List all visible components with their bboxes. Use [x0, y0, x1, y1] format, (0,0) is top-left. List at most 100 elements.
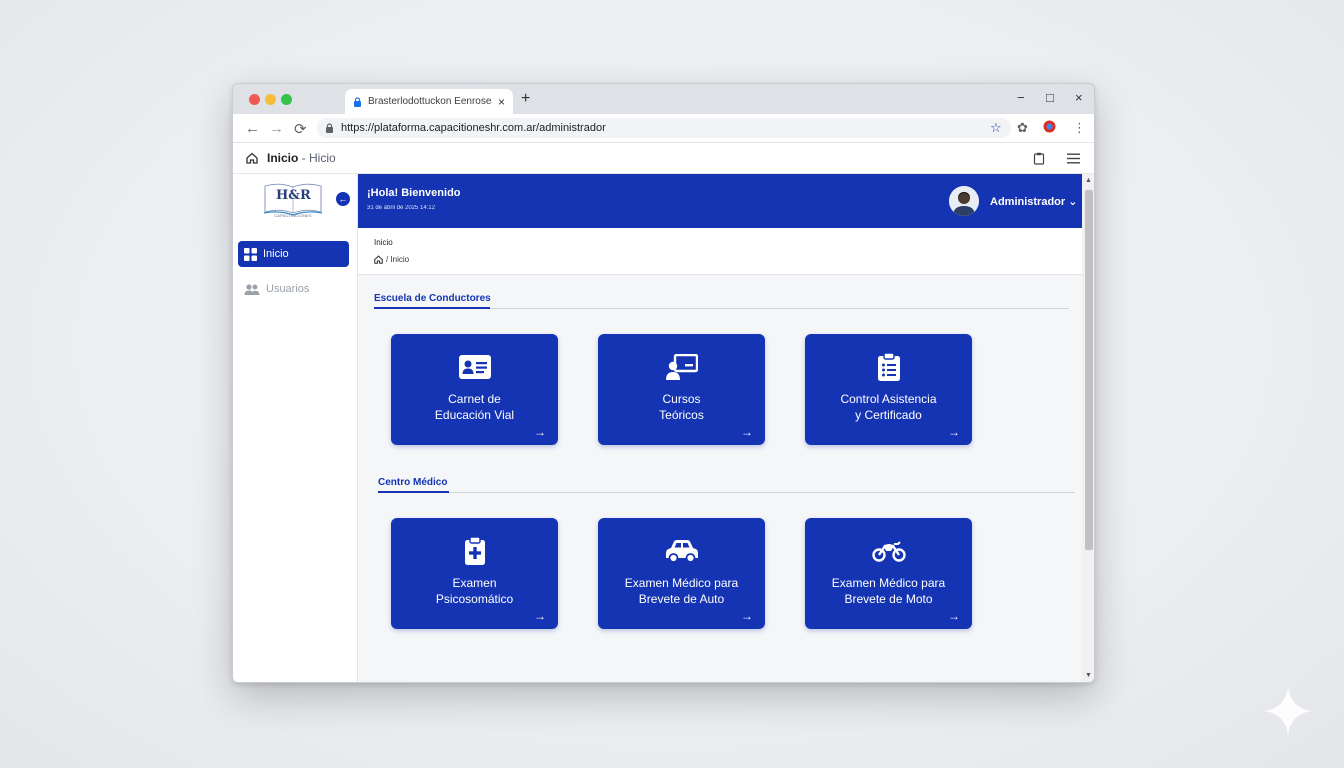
card-carnet-educacion-vial[interactable]: Carnet de Educación Vial →: [391, 334, 558, 445]
card-label-line2: Brevete de Auto: [638, 592, 725, 606]
card-label: Control Asistencia y Certificado: [813, 391, 964, 423]
back-arrow-icon[interactable]: ←: [245, 120, 260, 137]
breadcrumb-path: / Inicio: [386, 255, 410, 264]
reload-icon[interactable]: ⟳: [294, 120, 307, 138]
extensions-icon[interactable]: ✿: [1017, 120, 1028, 136]
card-examen-auto[interactable]: Examen Médico para Brevete de Auto →: [598, 518, 765, 629]
card-label-line2: Psicosomático: [435, 592, 514, 606]
logo-caption: CAPACITACIONES: [274, 213, 312, 218]
card-examen-psicosomatico[interactable]: Examen Psicosomático →: [391, 518, 558, 629]
card-control-asistencia[interactable]: Control Asistencia y Certificado →: [805, 334, 972, 445]
logo-text: H&R: [276, 188, 311, 203]
sidebar-item-label: Usuarios: [266, 283, 310, 295]
url-text: https://plataforma.capacitioneshr.com.ar…: [341, 122, 606, 134]
home-icon[interactable]: [374, 255, 383, 264]
scroll-up-icon[interactable]: ▲: [1085, 177, 1092, 184]
section-divider: [378, 492, 1075, 493]
arrow-left-icon: ←: [338, 194, 348, 204]
welcome-greeting: ¡Hola! Bienvenido: [367, 187, 461, 199]
section-underline: [378, 491, 449, 493]
scroll-thumb[interactable]: [1085, 190, 1093, 550]
presentation-icon: [665, 352, 699, 382]
scroll-down-icon[interactable]: ▼: [1085, 672, 1092, 679]
card-label-line1: Cursos: [662, 392, 701, 406]
tab-title: Brasterlodottuckon Eenroses: [368, 96, 492, 107]
close-window-dot[interactable]: [249, 94, 260, 105]
hamburger-menu-icon[interactable]: [1067, 153, 1080, 164]
tab-strip: Brasterlodottuckon Eenroses × + − □ ×: [233, 84, 1094, 114]
section-title-escuela: Escuela de Conductores: [374, 293, 491, 304]
motorcycle-icon: [871, 536, 906, 566]
user-menu-dropdown[interactable]: Administrador ⌄: [990, 195, 1077, 208]
avatar[interactable]: [949, 186, 979, 216]
profile-icon[interactable]: [1043, 120, 1056, 136]
section-underline: [374, 307, 490, 309]
card-label: Examen Médico para Brevete de Moto: [813, 575, 964, 607]
card-label-line2: Teóricos: [659, 408, 704, 422]
card-label-line2: y Certificado: [855, 408, 922, 422]
lock-icon: [326, 123, 333, 133]
grid-icon: [244, 247, 257, 261]
arrow-right-icon: →: [948, 425, 960, 439]
card-label: Carnet de Educación Vial: [399, 391, 550, 423]
maximize-window-dot[interactable]: [281, 94, 292, 105]
id-card-icon: [458, 352, 492, 382]
card-label-line1: Examen Médico para: [831, 576, 946, 590]
users-icon: [244, 283, 260, 295]
app-header-title: Inicio - Hicio: [267, 151, 336, 165]
minimize-button[interactable]: −: [1017, 90, 1025, 105]
card-label-line1: Carnet de: [448, 392, 501, 406]
browser-window: Brasterlodottuckon Eenroses × + − □ × ← …: [232, 83, 1095, 683]
welcome-banner: ¡Hola! Bienvenido 31 de abril de 2025 14…: [358, 174, 1082, 228]
arrow-right-icon: →: [534, 609, 546, 623]
sparkle-icon: [1264, 686, 1312, 736]
card-examen-moto[interactable]: Examen Médico para Brevete de Moto →: [805, 518, 972, 629]
breadcrumb-panel: Inicio / Inicio: [358, 228, 1082, 275]
app-header: Inicio - Hicio: [233, 143, 1094, 174]
main-content: ¡Hola! Bienvenido 31 de abril de 2025 14…: [358, 174, 1082, 682]
home-icon[interactable]: [246, 152, 258, 164]
sidebar-item-usuarios[interactable]: Usuarios: [238, 276, 349, 302]
card-label: Examen Psicosomático: [399, 575, 550, 607]
car-icon: [665, 536, 699, 566]
sidebar: H&R CAPACITACIONES ← Inicio Usuarios: [233, 174, 358, 682]
forward-arrow-icon[interactable]: →: [269, 120, 284, 137]
browser-menu-icon[interactable]: ⋮: [1073, 120, 1086, 136]
collapse-sidebar-button[interactable]: ←: [336, 192, 350, 206]
current-date: 31 de abril de 2025 14:12: [367, 205, 436, 211]
arrow-right-icon: →: [741, 425, 753, 439]
company-logo[interactable]: H&R CAPACITACIONES: [263, 182, 323, 220]
url-field[interactable]: https://plataforma.capacitioneshr.com.ar…: [317, 118, 1011, 138]
section-title-centro-medico: Centro Médico: [378, 477, 448, 488]
browser-tab[interactable]: Brasterlodottuckon Eenroses ×: [345, 89, 513, 114]
card-label-line1: Examen Médico para: [624, 576, 739, 590]
header-subtitle: - Hicio: [298, 151, 336, 165]
maximize-button[interactable]: □: [1046, 90, 1054, 105]
card-label-line1: Examen: [452, 576, 497, 590]
tab-close-icon[interactable]: ×: [498, 95, 505, 109]
card-label: Examen Médico para Brevete de Auto: [606, 575, 757, 607]
medical-clipboard-icon: [458, 536, 492, 566]
sidebar-item-inicio[interactable]: Inicio: [238, 241, 349, 267]
card-label: Cursos Teóricos: [606, 391, 757, 423]
arrow-right-icon: →: [741, 609, 753, 623]
sidebar-item-label: Inicio: [263, 248, 289, 260]
breadcrumb: / Inicio: [374, 255, 409, 264]
card-label-line1: Control Asistencia: [840, 392, 937, 406]
clipboard-list-icon: [872, 352, 906, 382]
card-label-line2: Educación Vial: [434, 408, 515, 422]
scrollbar[interactable]: ▲ ▼: [1082, 174, 1094, 682]
close-button[interactable]: ×: [1075, 90, 1083, 105]
clipboard-icon[interactable]: [1033, 152, 1045, 165]
header-title: Inicio: [267, 151, 299, 165]
bookmark-star-icon[interactable]: ☆: [990, 120, 1002, 136]
new-tab-button[interactable]: +: [521, 90, 530, 108]
card-label-line2: Brevete de Moto: [844, 592, 933, 606]
lock-favicon-icon: [354, 96, 361, 107]
arrow-right-icon: →: [534, 425, 546, 439]
address-bar: ← → ⟳ https://plataforma.capacitioneshr.…: [233, 114, 1094, 143]
page-title: Inicio: [374, 238, 393, 247]
arrow-right-icon: →: [948, 609, 960, 623]
card-cursos-teoricos[interactable]: Cursos Teóricos →: [598, 334, 765, 445]
minimize-window-dot[interactable]: [265, 94, 276, 105]
